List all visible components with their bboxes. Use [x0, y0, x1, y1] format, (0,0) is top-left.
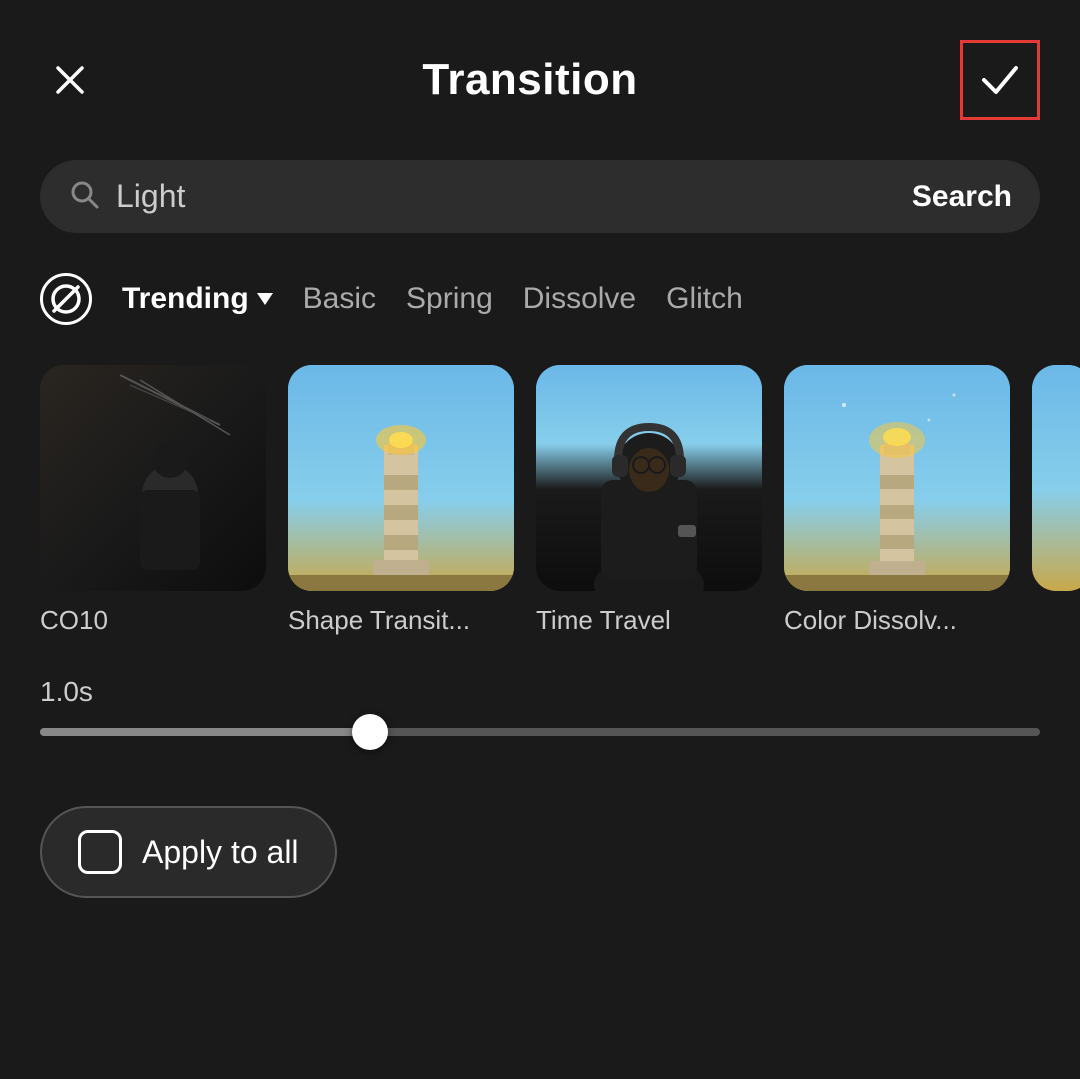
- thumbnail-color-dissolv: [784, 365, 1010, 591]
- search-icon: [68, 178, 100, 215]
- checkbox-icon: [78, 830, 122, 874]
- list-item[interactable]: Shape Transit...: [288, 365, 514, 636]
- tab-basic[interactable]: Basic: [303, 282, 376, 316]
- thumbnail-shape-transit: [288, 365, 514, 591]
- close-button[interactable]: [40, 50, 100, 110]
- duration-value: 1.0s: [40, 676, 1040, 708]
- search-bar: Search: [40, 160, 1040, 233]
- thumbnails-row: CO10: [0, 345, 1080, 646]
- tab-trending[interactable]: Trending: [122, 282, 273, 316]
- slider-thumb[interactable]: [352, 714, 388, 750]
- thumbnail-label: Color Dissolv...: [784, 605, 957, 636]
- thumbnail-label: Time Travel: [536, 605, 671, 636]
- thumbnail-label: CO10: [40, 605, 108, 636]
- list-item[interactable]: Color Dissolv...: [784, 365, 1010, 636]
- apply-to-all-label: Apply to all: [142, 834, 299, 871]
- thumbnail-label: Shape Transit...: [288, 605, 470, 636]
- thumbnail-co10: [40, 365, 266, 591]
- tab-glitch[interactable]: Glitch: [666, 282, 743, 316]
- tab-spring[interactable]: Spring: [406, 282, 493, 316]
- chevron-down-icon: [257, 293, 273, 305]
- search-input[interactable]: [116, 178, 896, 215]
- category-tabs: Trending Basic Spring Dissolve Glitch: [0, 263, 1080, 345]
- tab-dissolve[interactable]: Dissolve: [523, 282, 636, 316]
- duration-section: 1.0s: [0, 646, 1080, 756]
- list-item[interactable]: Time Travel: [536, 365, 762, 636]
- header: Transition: [0, 0, 1080, 150]
- confirm-button[interactable]: [960, 40, 1040, 120]
- thumbnail-time-travel: [536, 365, 762, 591]
- thumbnail-partial: [1032, 365, 1080, 591]
- duration-slider[interactable]: [40, 728, 1040, 736]
- apply-to-all-button[interactable]: Apply to all: [40, 806, 337, 898]
- slider-track-filled: [40, 728, 370, 736]
- list-item[interactable]: CO10: [40, 365, 266, 636]
- no-transition-icon[interactable]: [40, 273, 92, 325]
- apply-section: Apply to all: [0, 756, 1080, 928]
- page-title: Transition: [422, 55, 637, 105]
- search-button[interactable]: Search: [912, 180, 1012, 214]
